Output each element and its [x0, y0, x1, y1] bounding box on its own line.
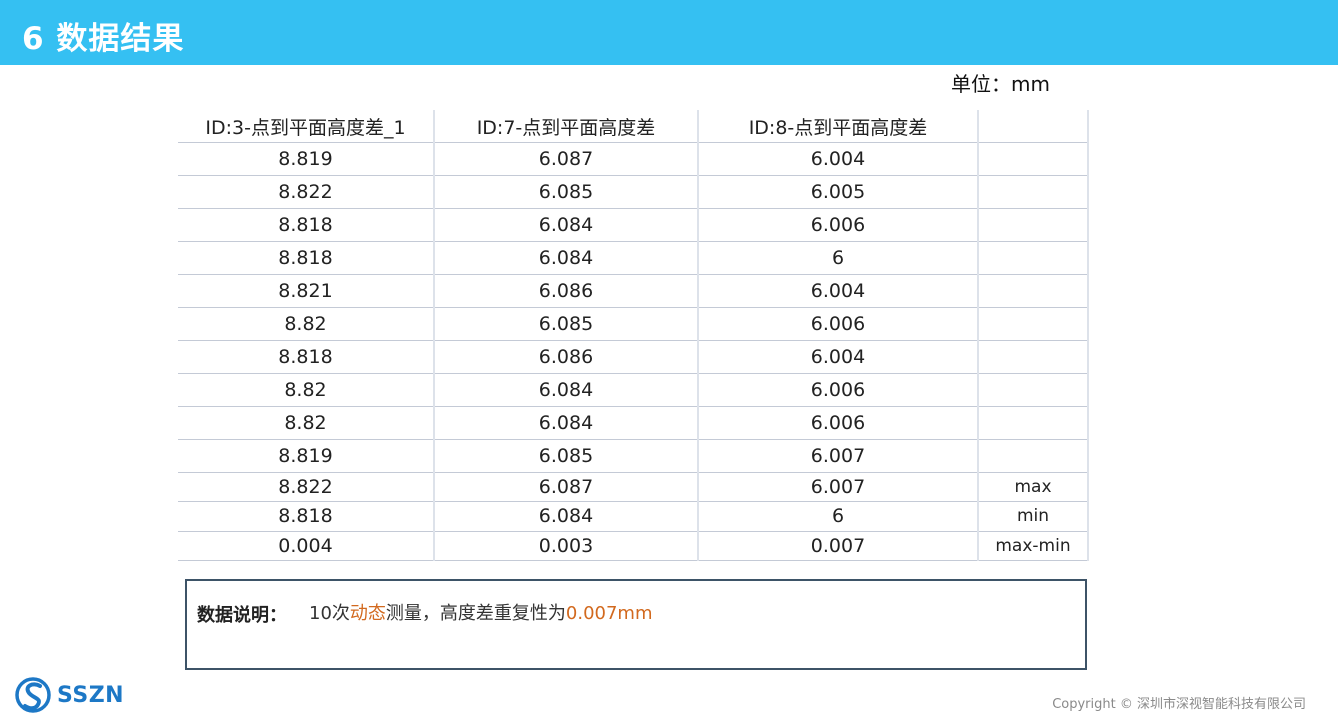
table-cell: 8.82	[178, 373, 435, 407]
table-cell: 0.003	[434, 531, 699, 561]
table-cell: 0.004	[178, 531, 435, 561]
table-cell: 6.004	[698, 274, 979, 308]
table-cell: 8.821	[178, 274, 435, 308]
table-cell: 6.006	[698, 307, 979, 341]
note-highlight-dynamic: 动态	[349, 603, 386, 624]
table-row: 8.819 6.085 6.007	[178, 439, 1089, 473]
table-cell: 6.005	[698, 175, 979, 209]
table-cell: 8.82	[178, 307, 435, 341]
table-cell: 8.819	[178, 439, 435, 473]
table-row: 8.821 6.086 6.004	[178, 274, 1089, 308]
table-cell: 8.818	[178, 501, 435, 532]
sszn-logo-icon	[15, 677, 51, 713]
logo-text: SSZN	[57, 683, 125, 708]
copyright-text: Copyright © 深圳市深视智能科技有限公司	[1052, 697, 1306, 712]
results-table-container: ID:3-点到平面高度差_1 ID:7-点到平面高度差 ID:8-点到平面高度差…	[178, 110, 1089, 561]
table-stat-row: 8.822 6.087 6.007 max	[178, 472, 1089, 502]
table-cell-empty	[978, 307, 1089, 341]
table-cell: 6.004	[698, 142, 979, 176]
table-stat-row: 8.818 6.084 6 min	[178, 501, 1089, 532]
table-cell-empty	[978, 439, 1089, 473]
table-cell: 6.087	[434, 142, 699, 176]
table-cell: 6.006	[698, 208, 979, 242]
company-logo: SSZN	[15, 676, 135, 716]
table-cell: 8.818	[178, 241, 435, 275]
table-cell-empty	[978, 241, 1089, 275]
table-cell: 8.818	[178, 340, 435, 374]
table-cell: 8.82	[178, 406, 435, 440]
table-cell-empty	[978, 208, 1089, 242]
column-header-id7: ID:7-点到平面高度差	[434, 110, 699, 143]
table-cell: 6.084	[434, 406, 699, 440]
table-cell-empty	[978, 175, 1089, 209]
table-cell: 0.007	[698, 531, 979, 561]
column-header-id8: ID:8-点到平面高度差	[698, 110, 979, 143]
note-highlight-value: 0.007mm	[565, 603, 653, 624]
table-cell-empty	[978, 406, 1089, 440]
table-cell: 6	[698, 501, 979, 532]
stat-label-cell: max	[978, 472, 1089, 502]
note-text: 10次动态测量，高度差重复性为0.007mm	[309, 599, 653, 625]
stat-label-cell: max-min	[978, 531, 1089, 561]
column-header-stat	[978, 110, 1089, 143]
note-label: 数据说明：	[197, 605, 287, 626]
table-cell: 8.822	[178, 472, 435, 502]
header-bar: 6 数据结果	[0, 0, 1338, 65]
table-row: 8.819 6.087 6.004	[178, 142, 1089, 176]
table-cell: 8.822	[178, 175, 435, 209]
data-note-box: 数据说明： 10次动态测量，高度差重复性为0.007mm	[185, 579, 1087, 670]
stat-label-cell: min	[978, 501, 1089, 532]
note-text-part1: 10次	[309, 603, 350, 624]
table-row: 8.818 6.084 6	[178, 241, 1089, 275]
table-cell-empty	[978, 142, 1089, 176]
note-text-part2: 测量，高度差重复性为	[385, 603, 566, 624]
table-cell: 6.085	[434, 175, 699, 209]
table-cell: 6.004	[698, 340, 979, 374]
table-cell: 6.084	[434, 501, 699, 532]
table-row: 8.822 6.085 6.005	[178, 175, 1089, 209]
table-cell: 8.819	[178, 142, 435, 176]
results-table: ID:3-点到平面高度差_1 ID:7-点到平面高度差 ID:8-点到平面高度差…	[178, 110, 1089, 561]
table-cell: 6.085	[434, 439, 699, 473]
table-row: 8.818 6.084 6.006	[178, 208, 1089, 242]
table-cell: 6.084	[434, 373, 699, 407]
table-cell: 8.818	[178, 208, 435, 242]
table-cell: 6.007	[698, 439, 979, 473]
table-cell: 6.085	[434, 307, 699, 341]
page-title: 6 数据结果	[22, 21, 185, 57]
table-cell-empty	[978, 274, 1089, 308]
unit-label: 单位：mm	[951, 72, 1050, 96]
table-cell: 6.007	[698, 472, 979, 502]
table-cell: 6.084	[434, 241, 699, 275]
table-stat-row: 0.004 0.003 0.007 max-min	[178, 531, 1089, 561]
column-header-id3: ID:3-点到平面高度差_1	[178, 110, 435, 143]
table-cell-empty	[978, 373, 1089, 407]
table-cell: 6.086	[434, 340, 699, 374]
table-cell-empty	[978, 340, 1089, 374]
table-cell: 6.006	[698, 406, 979, 440]
table-row: 8.82 6.084 6.006	[178, 406, 1089, 440]
table-row: 8.82 6.085 6.006	[178, 307, 1089, 341]
table-cell: 6.086	[434, 274, 699, 308]
table-cell: 6.084	[434, 208, 699, 242]
table-row: 8.82 6.084 6.006	[178, 373, 1089, 407]
table-header-row: ID:3-点到平面高度差_1 ID:7-点到平面高度差 ID:8-点到平面高度差	[178, 110, 1089, 143]
table-row: 8.818 6.086 6.004	[178, 340, 1089, 374]
table-cell: 6.006	[698, 373, 979, 407]
table-cell: 6.087	[434, 472, 699, 502]
table-cell: 6	[698, 241, 979, 275]
